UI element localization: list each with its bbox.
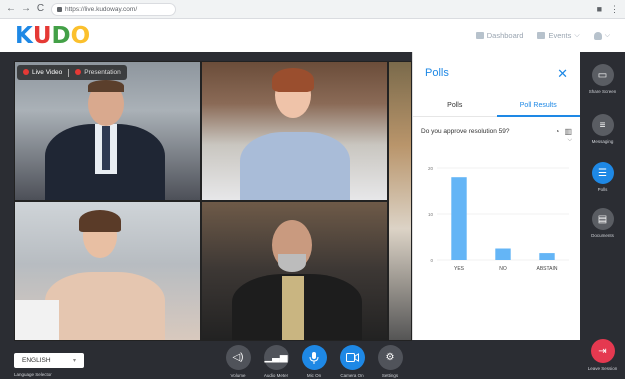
chevron-down-icon: ⌵ [574,31,580,39]
live-dot-icon [23,69,29,76]
audio-meter-icon: ▁▃▅ [263,345,289,370]
bar-chart-icon[interactable]: ▥ [564,127,572,136]
bar-no [495,248,511,260]
browser-toolbar: ← → C https://live.kudoway.com/ ■ ⋮ [0,0,625,19]
language-value: ENGLISH [22,357,51,364]
pie-chart-icon[interactable]: ◔ [555,127,560,136]
settings-button[interactable]: ⚙ Settings [374,345,406,378]
poll-question: Do you approve resolution 59? [421,128,510,135]
y-tick-label: 0 [430,258,433,263]
polls-tabs: Polls Poll Results [413,94,580,117]
poll-results-chart: 0 10 20 YES NO ABSTAIN [428,166,569,272]
volume-icon: ◁) [225,345,251,370]
mic-button[interactable]: Mic On [298,345,330,378]
video-tile-background [388,61,412,341]
rail-label: Messaging [591,139,614,144]
close-icon[interactable]: ✕ [557,67,568,80]
tab-divider [68,68,70,77]
control-label: Settings [381,373,399,378]
rail-label: Leave Session [587,366,618,371]
back-icon[interactable]: ← [6,4,16,14]
control-label: Volume [230,373,246,378]
polls-panel: Polls ✕ Polls Poll Results Do you approv… [412,52,580,340]
x-tick-label: YES [454,266,465,272]
active-panel-indicator [574,169,580,179]
bar-yes [451,177,467,260]
reload-icon[interactable]: C [36,4,45,14]
calendar-icon [537,32,546,39]
settings-icon: ⚙ [377,345,403,370]
chevron-down-icon: ▾ [72,358,76,364]
poll-icon: ☰ [591,162,614,184]
message-icon: ≡ [591,114,614,136]
y-tick-label: 20 [428,166,434,171]
view-tabs: Live Video Presentation [17,65,127,80]
video-tile-speaker-1[interactable] [14,61,201,201]
language-select[interactable]: ENGLISH ▾ [14,353,84,368]
dashboard-icon [475,32,484,39]
document-icon: ▤ [591,208,614,230]
microphone-icon [301,345,327,370]
address-bar[interactable]: https://live.kudoway.com/ [51,2,176,16]
browser-menu-icon[interactable]: ⋮ [610,4,619,15]
rail-label: Polls [597,187,608,192]
rail-documents[interactable]: ▤ Documents [580,208,625,238]
forward-icon[interactable]: → [21,4,31,14]
bar-abstain [539,253,555,260]
rail-polls[interactable]: ☰ Polls [580,162,625,192]
browser-actions: ■ ⋮ [597,4,619,15]
lock-icon [57,6,62,12]
tab-presentation[interactable]: Presentation [75,69,121,76]
tab-polls[interactable]: Polls [413,94,497,116]
poll-question-row: Do you approve resolution 59? ◔ ▥ [413,117,580,136]
camera-icon [339,345,365,370]
control-label: Mic On [306,373,322,378]
exit-icon: ⇥ [590,339,615,363]
header-nav: Dashboard Events ⌵ ⌵ [475,31,610,40]
user-menu[interactable]: ⌵ [593,31,610,40]
polls-header: Polls ✕ [413,52,580,94]
rail-label: Documents [591,233,614,238]
app-header: KUDO Dashboard Events ⌵ ⌵ [0,19,625,52]
rail-share-screen[interactable]: ▭ Share Screen [580,64,625,94]
control-label: Audio Meter [263,373,289,378]
url-text: https://live.kudoway.com/ [65,5,138,13]
extension-icon[interactable]: ■ [597,4,602,14]
chevron-down-icon: ⌵ [604,31,610,39]
control-label: Camera On [340,373,364,378]
kudo-app: ← → C https://live.kudoway.com/ ■ ⋮ KUDO… [0,0,625,379]
dashboard-link[interactable]: Dashboard [475,31,523,40]
video-tile-speaker-3[interactable] [14,201,201,341]
rail-messaging[interactable]: ≡ Messaging [580,114,625,144]
rail-label: Share Screen [588,89,617,94]
x-tick-label: NO [499,266,507,272]
polls-title: Polls [425,67,449,79]
video-tile-speaker-4[interactable] [201,201,388,341]
chevron-down-icon[interactable]: ⌵ [413,137,580,144]
leave-session-button[interactable]: ⇥ Leave Session [580,339,625,371]
video-tile-speaker-2[interactable] [201,61,388,201]
tab-live-video[interactable]: Live Video [23,69,62,76]
poll-result-actions: ◔ ▥ [555,127,572,136]
x-tick-label: ABSTAIN [536,266,557,272]
camera-button[interactable]: Camera On [336,345,368,378]
right-rail: ▭ Share Screen ≡ Messaging ☰ Polls ▤ Doc… [580,52,625,379]
volume-button[interactable]: ◁) Volume [222,345,254,378]
kudo-logo[interactable]: KUDO [15,23,90,49]
user-icon [593,31,602,40]
presentation-dot-icon [75,69,82,76]
y-tick-label: 10 [428,212,434,217]
session-stage: Live Video Presentation Polls ✕ Polls Po… [0,52,625,379]
audio-meter-button[interactable]: ▁▃▅ Audio Meter [260,345,292,378]
share-screen-icon: ▭ [591,64,614,86]
language-caption: Language Selector [14,372,52,377]
tab-poll-results[interactable]: Poll Results [496,94,581,117]
events-menu[interactable]: Events ⌵ [537,31,580,40]
